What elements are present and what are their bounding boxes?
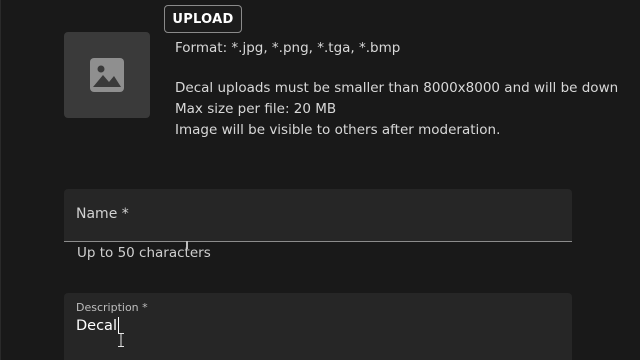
name-field-label: Name * [76, 206, 129, 222]
moderation-info: Image will be visible to others after mo… [175, 122, 501, 138]
text-caret [117, 317, 119, 333]
description-field-label: Description * [76, 301, 148, 314]
upload-button[interactable]: UPLOAD [164, 5, 242, 33]
size-limit-info: Decal uploads must be smaller than 8000x… [175, 80, 619, 96]
max-size-info: Max size per file: 20 MB [175, 101, 337, 117]
description-text: Decal [76, 318, 117, 334]
format-info: Format: *.jpg, *.png, *.tga, *.bmp [175, 40, 401, 56]
name-field-helper: Up to 50 characters [77, 245, 211, 261]
name-field[interactable]: Name * [64, 189, 572, 242]
ibeam-cursor-icon [118, 333, 124, 347]
description-field-value: Decal [76, 317, 119, 334]
decal-upload-page: UPLOAD Format: *.jpg, *.png, *.tga, *.bm… [0, 0, 640, 360]
description-field[interactable]: Description * Decal [64, 293, 572, 360]
image-placeholder-icon [90, 58, 124, 92]
image-thumbnail [64, 32, 150, 118]
divider [0, 0, 1, 360]
